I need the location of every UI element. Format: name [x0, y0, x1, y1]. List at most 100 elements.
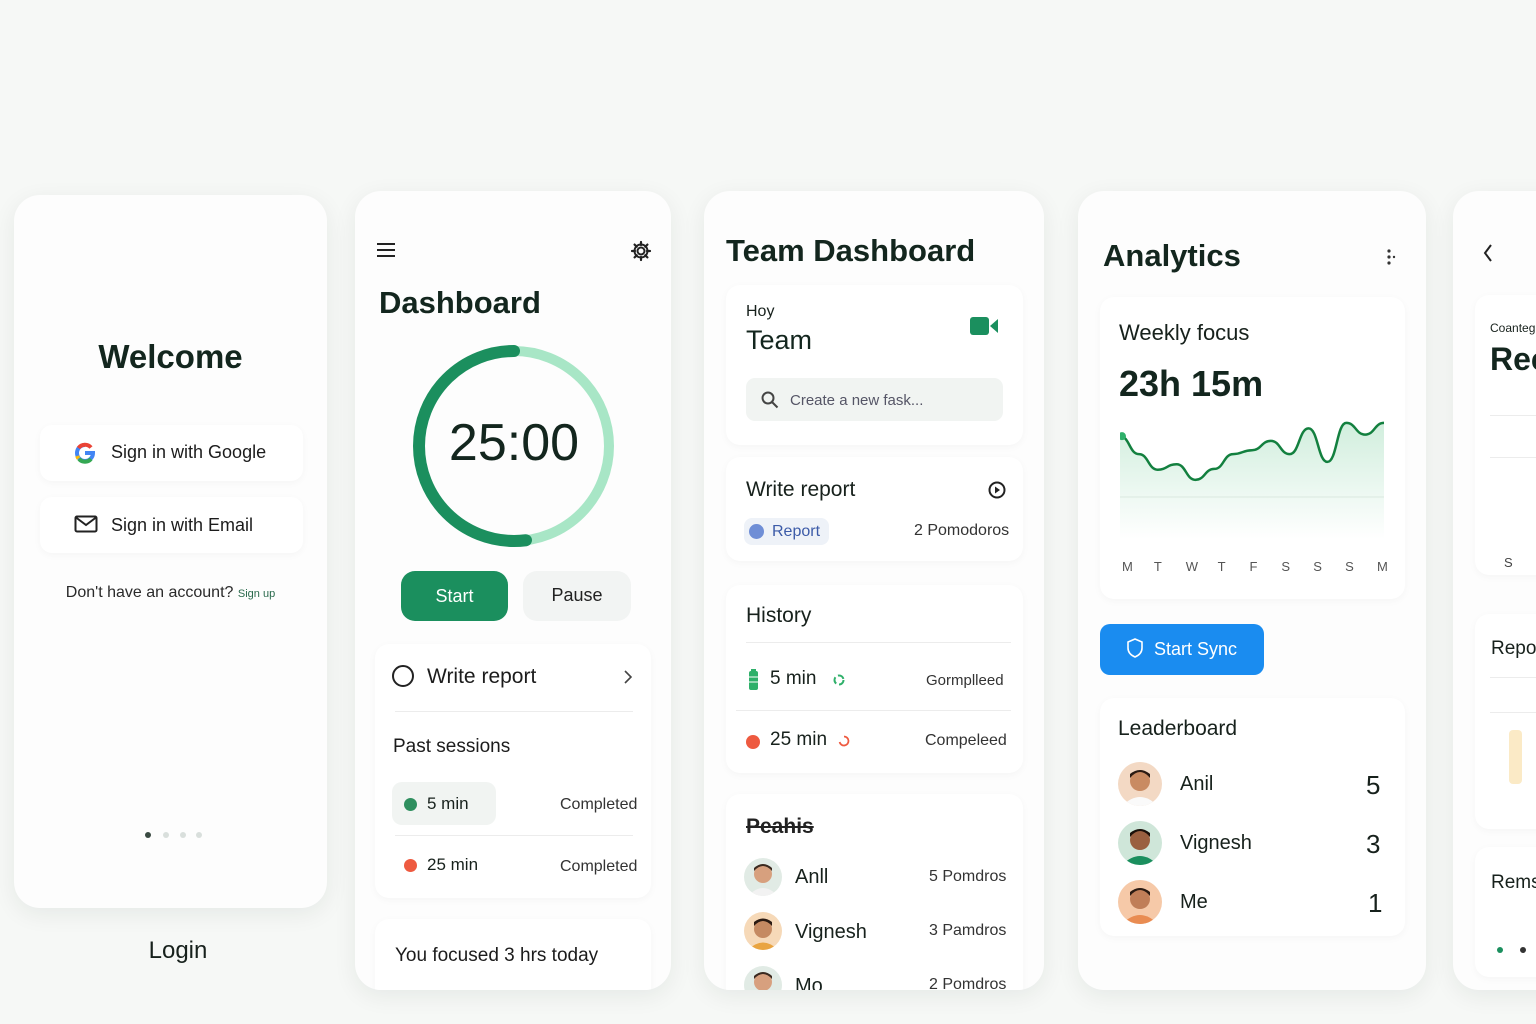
task-card-title: Write report: [746, 478, 856, 501]
history-status: Compeleed: [925, 732, 1007, 749]
partial-big-label: Rec: [1490, 341, 1536, 377]
partial-repo-card: Repo: [1475, 614, 1536, 829]
more-options-icon[interactable]: [1386, 248, 1396, 266]
leaderboard-title: Leaderboard: [1118, 717, 1238, 740]
day-tick-label: T: [1217, 559, 1226, 574]
google-icon: [72, 440, 98, 466]
day-tick-label: T: [1153, 559, 1162, 574]
session-duration: 5 min: [427, 794, 469, 813]
leader-score: 5: [1366, 770, 1381, 800]
divider: [1490, 677, 1536, 678]
day-tick-label: M: [1377, 559, 1388, 574]
page-dot-active: [145, 832, 151, 838]
task-search-input[interactable]: Create a new fask...: [746, 378, 1003, 421]
leader-score: 1: [1368, 888, 1383, 918]
session-status: Completed: [560, 796, 638, 813]
partial-axis-label: S: [1504, 555, 1513, 570]
google-signin-button[interactable]: Sign in with Google: [40, 425, 303, 481]
pause-button[interactable]: Pause: [523, 571, 631, 621]
timer-value: 25:00: [448, 414, 580, 472]
start-button[interactable]: Start: [401, 571, 508, 621]
mail-icon: [74, 515, 98, 533]
google-button-label: Sign in with Google: [111, 442, 267, 462]
email-signin-button[interactable]: Sign in with Email: [40, 497, 303, 553]
weekly-focus-card: Weekly focus 23h 15m M T W T F S S S M: [1100, 297, 1405, 599]
team-label: Team: [746, 325, 813, 355]
team-dashboard-title: Team Dashboard: [726, 233, 976, 268]
session-status: Completed: [560, 858, 638, 875]
partial-rems-card: Rems: [1475, 847, 1536, 977]
login-caption: Login: [148, 937, 208, 964]
focus-trend-chart: [1120, 421, 1385, 539]
start-sync-button[interactable]: Start Sync: [1100, 624, 1264, 675]
leader-score: 3: [1366, 829, 1381, 859]
search-icon: [761, 391, 779, 409]
login-screen: Welcome Sign in with Google Sign in with…: [14, 195, 327, 908]
people-title: Peahis: [746, 815, 814, 838]
focus-summary-text: You focused 3 hrs today: [395, 945, 599, 966]
pause-label: Pause: [551, 585, 603, 605]
search-placeholder: Create a new fask...: [790, 392, 924, 409]
sessions-card: Write report Past sessions 5 min Complet…: [375, 644, 651, 898]
page-dot-active: [1497, 947, 1503, 953]
play-circle-icon[interactable]: [988, 481, 1006, 499]
task-checkbox[interactable]: [392, 665, 414, 687]
session-row: 5 min Completed: [392, 782, 638, 826]
divider: [1490, 457, 1536, 458]
history-title: History: [746, 604, 812, 627]
avatar: [1118, 762, 1162, 806]
welcome-title: Welcome: [98, 338, 243, 375]
day-tick-label: S: [1313, 559, 1322, 574]
menu-icon[interactable]: [376, 242, 396, 258]
tag-label: Report: [772, 523, 821, 540]
partial-repo-label: Repo: [1491, 638, 1536, 659]
battery-icon: [748, 669, 759, 691]
day-tick-label: F: [1249, 559, 1258, 574]
partial-small-bar: [1509, 730, 1522, 784]
session-status-dot: [404, 798, 417, 811]
shield-icon: [1126, 638, 1144, 658]
task-card[interactable]: Write report Report 2 Pomodoros: [726, 457, 1023, 561]
partial-screen: Coanteg Rec S Repo Rems: [1453, 191, 1536, 990]
task-title[interactable]: Write report: [427, 665, 536, 689]
avatar: [744, 858, 782, 896]
tag-dot: [749, 524, 764, 539]
divider: [395, 711, 633, 712]
email-button-label: Sign in with Email: [111, 515, 254, 535]
session-row: 25 min Completed: [392, 844, 638, 888]
session-duration: 25 min: [427, 855, 479, 874]
avatar: [744, 966, 782, 990]
leaderboard-card: Leaderboard Anil 5 Vignesh 3 Me 1: [1100, 698, 1405, 936]
leader-name: Me: [1180, 891, 1208, 913]
chevron-right-icon[interactable]: [624, 670, 632, 684]
leader-name: Vignesh: [1180, 832, 1252, 854]
partial-small-label: Coanteg: [1490, 321, 1536, 335]
divider: [395, 835, 633, 836]
no-account-text: Don't have an account?: [65, 584, 234, 601]
partial-card: Coanteg Rec S: [1475, 295, 1536, 575]
settings-gear-icon[interactable]: [630, 240, 652, 262]
avatar: [1118, 880, 1162, 924]
day-tick-label: S: [1345, 559, 1354, 574]
page-dot: [163, 832, 169, 838]
sync-icon: [830, 674, 848, 686]
sign-up-link[interactable]: Sign up: [238, 588, 275, 600]
team-dashboard-screen: Team Dashboard Hoy Team Create a new fas…: [704, 191, 1044, 990]
task-tag: Report: [744, 518, 829, 545]
start-sync-label: Start Sync: [1154, 639, 1238, 659]
analytics-title: Analytics: [1103, 238, 1241, 273]
person-name: Mo: [795, 975, 823, 990]
page-indicator: [145, 832, 205, 838]
video-camera-icon[interactable]: [970, 316, 999, 336]
page-dot: [180, 832, 186, 838]
partial-rems-label: Rems: [1491, 872, 1536, 893]
start-label: Start: [435, 586, 474, 606]
dashboard-screen: Dashboard 25:00 Start Pause Write report…: [355, 191, 671, 990]
leader-name: Anil: [1180, 773, 1214, 795]
weekly-focus-value: 23h 15m: [1119, 363, 1264, 404]
weekly-focus-label: Weekly focus: [1119, 320, 1250, 345]
back-arrow-icon[interactable]: [1483, 243, 1493, 263]
signup-prompt: Don't have an account? Sign up: [14, 584, 327, 602]
day-tick-label: S: [1281, 559, 1291, 574]
avatar: [1118, 821, 1162, 865]
